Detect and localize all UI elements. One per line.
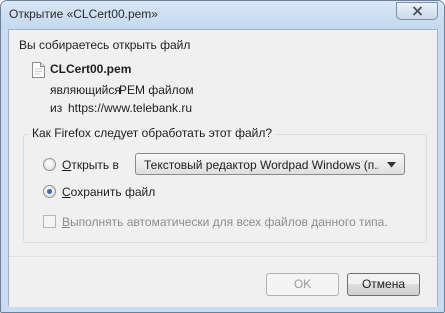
title-bar[interactable]: Открытие «CLCert00.pem» [1, 1, 444, 29]
open-with-radio[interactable] [43, 158, 56, 171]
open-with-label[interactable]: Открыть в [62, 158, 119, 172]
close-icon [412, 6, 422, 16]
window-title: Открытие «CLCert00.pem» [9, 7, 158, 21]
save-file-radio[interactable] [43, 185, 56, 198]
file-icon [32, 62, 45, 78]
action-question: Как Firefox следует обработать этот файл… [29, 126, 276, 140]
auto-action-checkbox[interactable] [43, 215, 56, 228]
intro-text: Вы собираетесь открыть файл [19, 38, 191, 52]
button-bar: OK Отмена [9, 256, 437, 307]
ok-button[interactable]: OK [266, 273, 339, 296]
file-type-prefix: являющийся [50, 83, 121, 97]
dialog-window: Открытие «CLCert00.pem» Вы собираетесь о… [0, 0, 445, 313]
file-name: CLCert00.pem [50, 62, 132, 76]
file-source-url: https://www.telebank.ru [68, 101, 193, 115]
file-source-prefix: из [50, 101, 63, 115]
auto-action-label-rest: ыполнять автоматически для всех файлов д… [70, 215, 388, 229]
save-file-label-rest: охранить файл [70, 185, 156, 199]
close-button[interactable] [396, 2, 438, 20]
open-with-select[interactable]: Текстовый редактор Wordpad Windows (п... [135, 153, 405, 175]
auto-action-label[interactable]: Выполнять автоматически для всех файлов … [62, 215, 388, 229]
chevron-down-icon [387, 162, 396, 168]
cancel-button[interactable]: Отмена [347, 273, 420, 296]
open-with-label-rest: ткрыть в [71, 158, 119, 172]
file-type-value: PEM файлом [119, 83, 194, 97]
save-file-label[interactable]: Сохранить файл [62, 185, 155, 199]
dialog-body: Вы собираетесь открыть файл CLCert00.pem… [8, 29, 438, 307]
open-with-selected-app: Текстовый редактор Wordpad Windows (п... [144, 158, 379, 172]
